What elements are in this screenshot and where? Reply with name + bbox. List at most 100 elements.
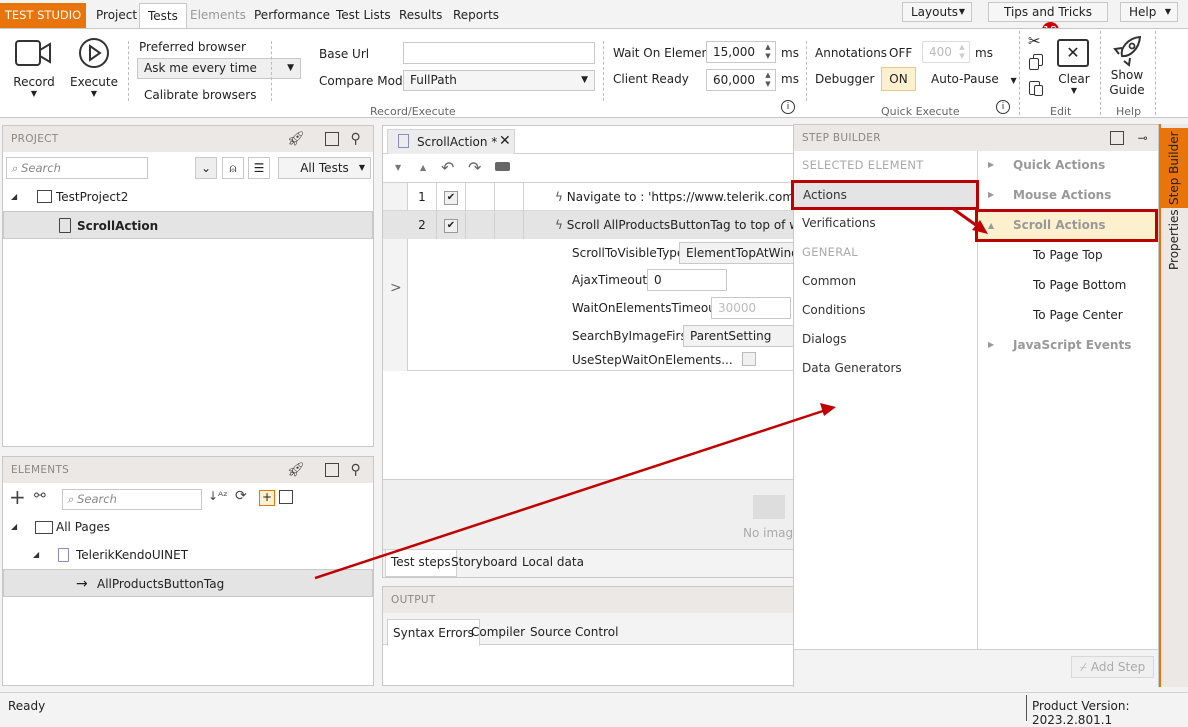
user-filter-icon[interactable]: ⍝ bbox=[222, 157, 244, 179]
tree-item-project[interactable]: ◢ TestProject2 bbox=[3, 183, 373, 211]
side-tab-properties[interactable]: Properties bbox=[1161, 209, 1188, 270]
search-by-image-select[interactable]: ParentSetting bbox=[683, 325, 795, 347]
execute-button[interactable]: Execute ▼ bbox=[70, 33, 118, 103]
group-scroll-actions[interactable]: ▲ Scroll Actions bbox=[975, 209, 1158, 242]
category-dialogs[interactable]: Dialogs bbox=[794, 325, 977, 353]
tab-performance[interactable]: Performance bbox=[246, 3, 338, 28]
action-to-page-bottom[interactable]: To Page Bottom bbox=[978, 271, 1158, 299]
group-mouse-actions[interactable]: ▶ Mouse Actions bbox=[978, 181, 1158, 209]
tests-filter-select[interactable]: All Tests ▼ bbox=[278, 157, 371, 179]
tree-item-test[interactable]: ScrollAction bbox=[3, 211, 373, 239]
tab-tests[interactable]: Tests bbox=[139, 3, 187, 29]
expand-arrow-icon: ▶ bbox=[988, 340, 995, 349]
pin-icon[interactable]: ⊸ bbox=[1138, 125, 1148, 151]
project-icon bbox=[37, 190, 52, 203]
list-filter-icon[interactable]: ☰ bbox=[248, 157, 270, 179]
calibrate-browsers-button[interactable]: Calibrate browsers bbox=[144, 88, 256, 102]
record-button[interactable]: Record ▼ bbox=[10, 33, 58, 103]
tree-item-all-pages[interactable]: ◢ All Pages bbox=[3, 513, 373, 541]
cut-icon[interactable]: ✂ bbox=[1028, 32, 1041, 50]
category-actions[interactable]: Actions bbox=[791, 180, 979, 210]
copy-icon[interactable] bbox=[1029, 54, 1043, 70]
info-icon[interactable]: i bbox=[996, 100, 1010, 114]
elements-search-input[interactable]: ⌕ Search bbox=[62, 489, 202, 510]
scroll-type-select[interactable]: ElementTopAtWindowTop bbox=[679, 242, 795, 264]
rocket-icon[interactable]: 🚀︎ bbox=[287, 457, 305, 483]
preferred-browser-select[interactable]: Ask me every time ▼ bbox=[137, 58, 301, 79]
category-common[interactable]: Common bbox=[794, 267, 977, 295]
step-row-selected[interactable]: 2 ✔ ϟ Scroll AllProductsButtonTag to top… bbox=[383, 211, 793, 239]
expand-triangle-icon[interactable]: ◢ bbox=[33, 541, 39, 569]
tips-and-tricks-button[interactable]: Tips and Tricks18 bbox=[988, 2, 1108, 39]
category-verifications[interactable]: Verifications bbox=[794, 209, 977, 237]
add-step-button[interactable]: ⌿ Add Step bbox=[1071, 656, 1154, 678]
pin-icon[interactable]: ⚲ bbox=[350, 457, 361, 483]
tab-syntax-errors[interactable]: Syntax Errors bbox=[387, 619, 480, 646]
tree-item-element[interactable]: → AllProductsButtonTag bbox=[3, 569, 373, 597]
pin-icon[interactable]: ⚲ bbox=[350, 126, 361, 152]
tab-compiler[interactable]: Compiler bbox=[471, 619, 525, 645]
expand-all-icon[interactable]: + bbox=[259, 490, 275, 506]
spinner-arrows-icon[interactable]: ▲ ▼ bbox=[762, 71, 774, 89]
link-icon[interactable]: ⚯ bbox=[34, 488, 46, 504]
paste-icon[interactable] bbox=[1029, 79, 1044, 96]
category-data-generators[interactable]: Data Generators bbox=[794, 354, 977, 382]
use-step-wait-checkbox[interactable] bbox=[742, 352, 756, 366]
wait-on-elements-input[interactable]: 15,000 ▲ ▼ bbox=[706, 41, 776, 63]
layouts-button[interactable]: Layouts ▼ bbox=[902, 2, 972, 22]
tab-test-lists[interactable]: Test Lists bbox=[328, 3, 399, 28]
show-guide-button[interactable]: Show Guide bbox=[1107, 34, 1147, 99]
play-icon bbox=[79, 38, 109, 68]
tab-storyboard[interactable]: Storyboard bbox=[451, 550, 517, 574]
debugger-toggle[interactable]: ON bbox=[881, 67, 916, 91]
move-up-icon[interactable]: ▲ bbox=[420, 163, 426, 172]
tab-test-steps[interactable]: Test steps bbox=[385, 550, 457, 577]
pop-out-icon[interactable] bbox=[1110, 131, 1124, 145]
info-icon[interactable]: i bbox=[781, 100, 795, 114]
step-enabled-checkbox[interactable]: ✔ bbox=[437, 183, 466, 211]
group-quick-actions[interactable]: ▶ Quick Actions bbox=[978, 151, 1158, 179]
editor-tab-scrollaction[interactable]: ScrollAction * ✕ bbox=[387, 129, 515, 154]
step-row[interactable]: 1 ✔ ϟ Navigate to : 'https://www.telerik… bbox=[383, 183, 801, 211]
action-to-page-center[interactable]: To Page Center bbox=[978, 301, 1158, 329]
redo-icon[interactable]: ↷ bbox=[468, 158, 481, 177]
expand-triangle-icon[interactable]: ◢ bbox=[11, 183, 17, 211]
undo-icon[interactable]: ↶ bbox=[441, 158, 454, 177]
base-url-input[interactable] bbox=[403, 42, 595, 64]
wait-timeout-input[interactable]: 30000 bbox=[711, 297, 791, 319]
auto-pause-button[interactable]: Auto-Pause ▼ bbox=[931, 72, 1017, 86]
compare-mode-select[interactable]: FullPath ▼ bbox=[403, 70, 595, 91]
tree-item-page[interactable]: ◢ TelerikKendoUINET bbox=[3, 541, 373, 569]
clear-button[interactable]: ✕ Clear ▼ bbox=[1057, 39, 1091, 109]
add-icon[interactable]: + bbox=[9, 486, 26, 508]
project-search-input[interactable]: ⌕ Search bbox=[6, 157, 148, 179]
close-tab-icon[interactable]: ✕ bbox=[499, 133, 511, 149]
tab-results[interactable]: Results bbox=[391, 3, 450, 28]
collapse-all-icon[interactable]: ⌄ bbox=[195, 157, 217, 179]
collapse-window-icon[interactable] bbox=[279, 490, 293, 504]
expand-details-icon[interactable]: > bbox=[390, 280, 402, 296]
ajax-timeout-input[interactable]: 0 bbox=[647, 269, 727, 291]
category-conditions[interactable]: Conditions bbox=[794, 296, 977, 324]
refresh-icon[interactable]: ⟳ bbox=[235, 488, 247, 504]
tab-project[interactable]: Project bbox=[88, 3, 145, 28]
sort-az-icon[interactable]: ↓ᴬᶻ bbox=[208, 489, 228, 503]
tab-elements[interactable]: Elements bbox=[182, 3, 254, 28]
help-menu-button[interactable]: Help ▼ bbox=[1120, 2, 1178, 22]
group-javascript-events[interactable]: ▶ JavaScript Events bbox=[978, 331, 1158, 359]
annotations-toggle[interactable]: OFF bbox=[889, 46, 912, 60]
move-down-icon[interactable]: ▼ bbox=[395, 163, 401, 172]
tab-local-data[interactable]: Local data bbox=[522, 550, 584, 574]
pop-out-icon[interactable] bbox=[325, 463, 339, 477]
pop-out-icon[interactable] bbox=[325, 132, 339, 146]
spinner-arrows-icon[interactable]: ▲ ▼ bbox=[762, 43, 774, 61]
rocket-icon[interactable]: 🚀︎ bbox=[287, 126, 305, 152]
client-ready-input[interactable]: 60,000 ▲ ▼ bbox=[706, 69, 776, 91]
expand-triangle-icon[interactable]: ◢ bbox=[11, 513, 17, 541]
action-to-page-top[interactable]: To Page Top bbox=[978, 241, 1158, 269]
step-group-icon[interactable] bbox=[495, 162, 510, 171]
tab-reports[interactable]: Reports bbox=[445, 3, 507, 28]
side-tab-step-builder[interactable]: Step Builder bbox=[1161, 128, 1188, 208]
tab-source-control[interactable]: Source Control bbox=[530, 619, 618, 645]
step-enabled-checkbox[interactable]: ✔ bbox=[437, 211, 466, 239]
